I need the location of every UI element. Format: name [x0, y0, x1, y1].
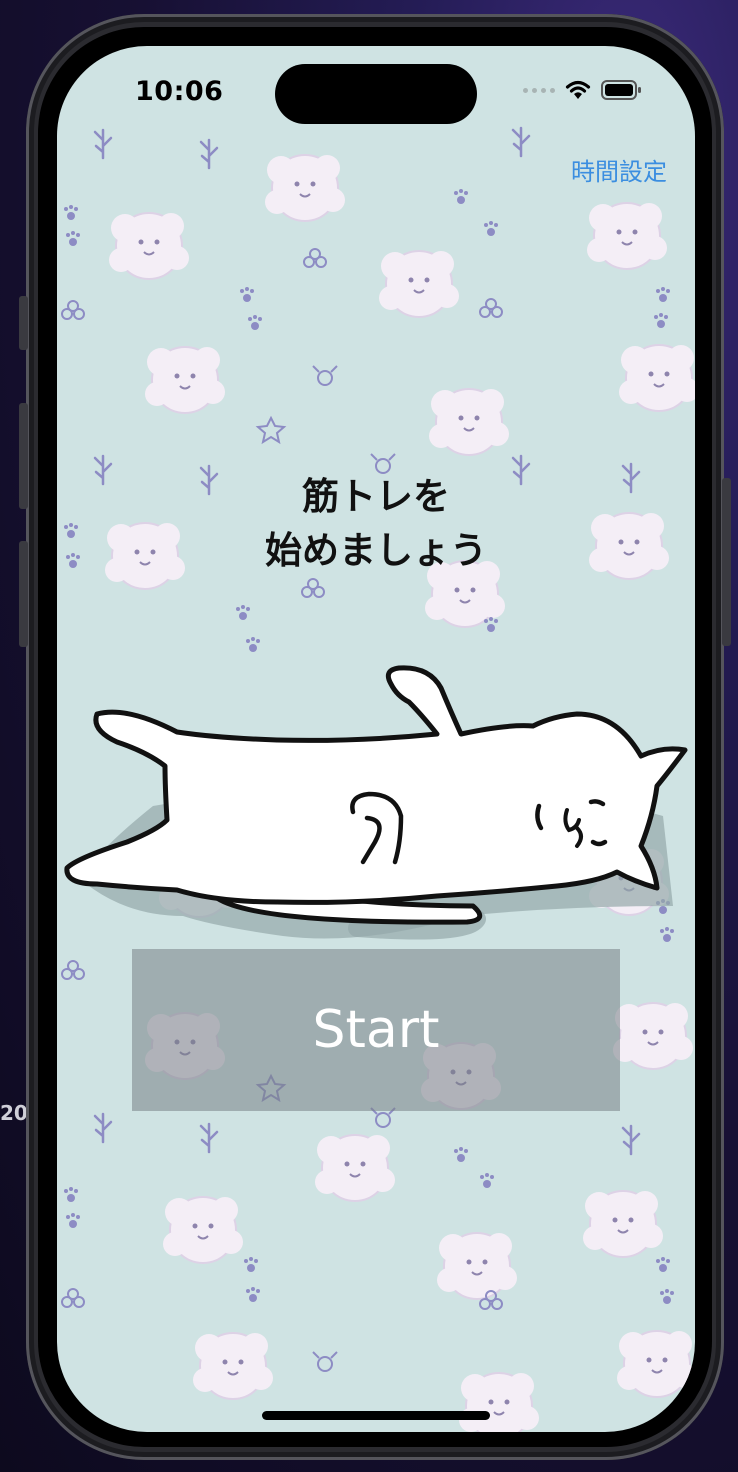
app-screen: 10:06 時間設定 筋トレを 始めましょう Start [57, 46, 695, 1432]
headline-line-2: 始めましょう [265, 529, 487, 572]
dynamic-island [275, 64, 477, 124]
background-stray-text: 20 [0, 1101, 28, 1125]
start-button[interactable]: Start [132, 949, 620, 1111]
volume-down-button [19, 541, 28, 647]
volume-up-button [19, 403, 28, 509]
lying-cat-illustration [64, 665, 688, 940]
battery-icon [601, 80, 641, 100]
power-button [722, 478, 731, 646]
status-time: 10:06 [135, 76, 224, 107]
time-settings-button[interactable]: 時間設定 [571, 152, 667, 187]
status-icons [523, 80, 643, 100]
action-button [19, 296, 28, 350]
signal-icon [523, 87, 555, 93]
wifi-icon [565, 80, 591, 99]
home-indicator[interactable] [262, 1411, 490, 1420]
headline: 筋トレを 始めましょう [57, 470, 695, 578]
headline-line-1: 筋トレを [302, 475, 450, 518]
